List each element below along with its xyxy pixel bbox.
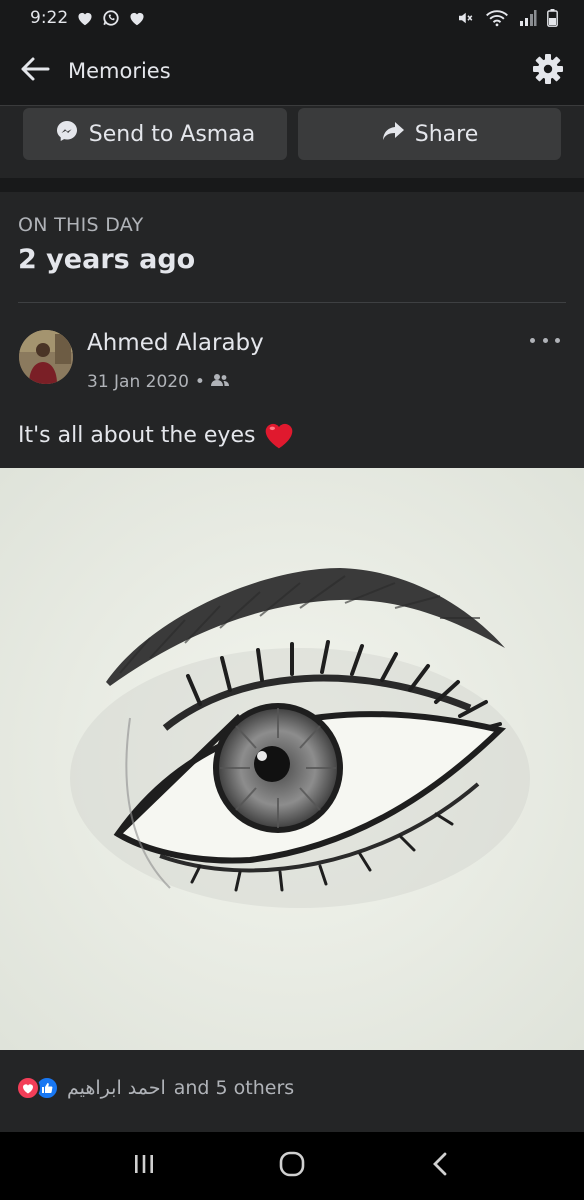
mute-icon [455, 9, 475, 27]
post-meta: 31 Jan 2020 • [87, 372, 229, 392]
friends-icon [210, 372, 229, 392]
page-title: Memories [68, 58, 171, 83]
meta-separator: • [194, 372, 205, 392]
years-ago-title: 2 years ago [18, 244, 196, 275]
home-button[interactable] [262, 1141, 322, 1191]
battery-icon [547, 9, 558, 27]
divider [18, 302, 566, 303]
status-time: 9:22 [30, 8, 69, 28]
post-text: It's all about the eyes [18, 420, 295, 450]
chevron-left-icon [431, 1151, 449, 1181]
system-back-button[interactable] [410, 1141, 470, 1191]
reactor-name: احمد ابراهيم [67, 1077, 166, 1099]
home-icon [278, 1151, 306, 1181]
memory-card: ON THIS DAY 2 years ago Ahmed Alaraby 31… [0, 192, 584, 1132]
recent-apps-icon [132, 1153, 156, 1179]
love-reaction-icon [16, 1076, 40, 1100]
post-caption: It's all about the eyes [18, 422, 256, 448]
status-left: 9:22 [30, 8, 146, 28]
gear-icon [532, 53, 564, 89]
share-arrow-icon [381, 120, 405, 148]
signal-icon [519, 10, 537, 26]
post-photo[interactable] [0, 468, 584, 1050]
reactions-others: and 5 others [173, 1077, 295, 1099]
heart-icon [128, 10, 146, 26]
status-right [455, 9, 558, 27]
send-to-label: Send to Asmaa [88, 121, 256, 147]
red-heart-icon [263, 420, 295, 450]
action-strip: Send to Asmaa Share [0, 106, 584, 178]
status-bar: 9:22 [0, 0, 584, 36]
on-this-day-label: ON THIS DAY [18, 214, 144, 236]
avatar[interactable] [19, 330, 73, 384]
whatsapp-icon [102, 9, 120, 27]
system-nav-bar [0, 1132, 584, 1200]
section-gap [0, 178, 584, 192]
more-dot [530, 337, 535, 343]
more-dot [555, 337, 560, 343]
reaction-icons [16, 1076, 59, 1100]
wifi-icon [485, 9, 509, 27]
heart-icon [76, 10, 94, 26]
more-dot [542, 337, 548, 343]
send-to-button[interactable]: Send to Asmaa [23, 108, 287, 160]
share-button[interactable]: Share [298, 108, 561, 160]
messenger-icon [55, 119, 79, 149]
more-options-button[interactable] [530, 330, 560, 350]
back-button[interactable] [18, 54, 52, 88]
reactions-summary[interactable]: احمد ابراهيم and 5 others [16, 1076, 294, 1100]
share-label: Share [414, 121, 479, 147]
post-date[interactable]: 31 Jan 2020 [87, 372, 189, 392]
app-bar: Memories [0, 36, 584, 106]
post-author[interactable]: Ahmed Alaraby [87, 330, 264, 356]
arrow-left-icon [20, 56, 50, 86]
recent-apps-button[interactable] [114, 1141, 174, 1191]
settings-button[interactable] [530, 53, 566, 89]
